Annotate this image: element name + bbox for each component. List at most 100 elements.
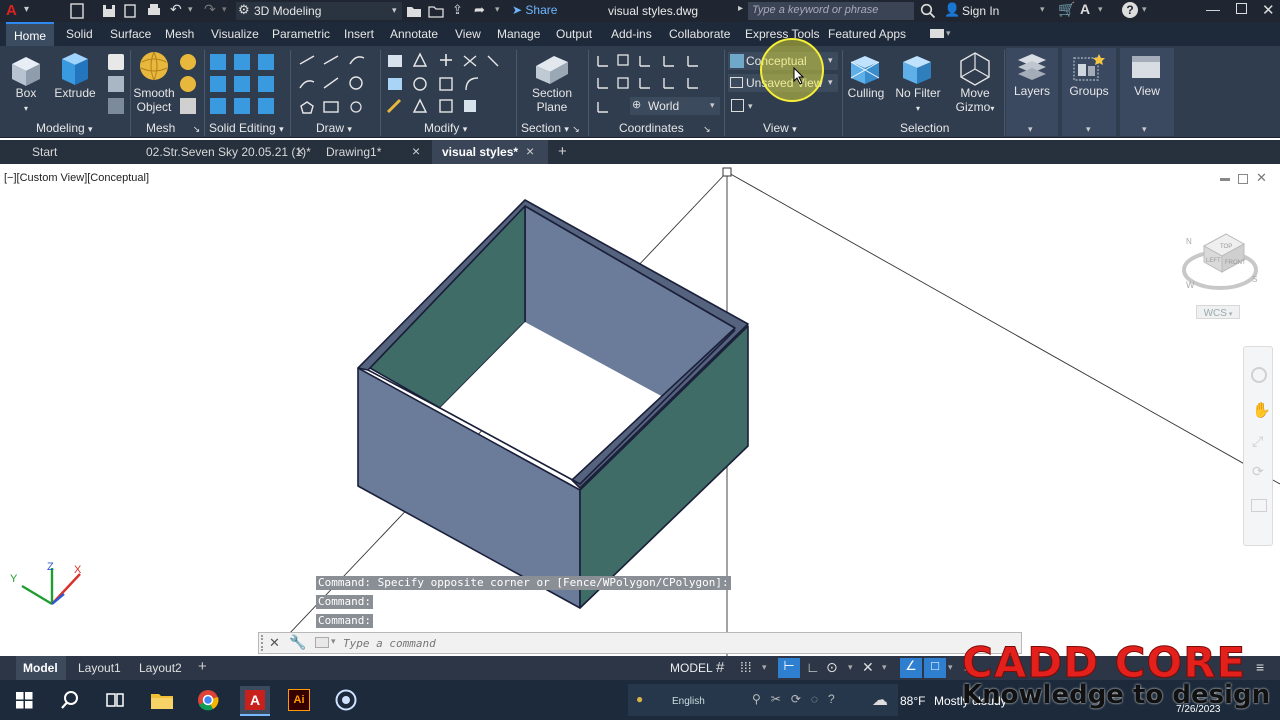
viewcube[interactable]: TOP LEFT FRONT N W S — [1178, 222, 1264, 296]
cmdline-grip-icon[interactable] — [261, 635, 266, 651]
autocad-logo[interactable]: A — [6, 2, 22, 20]
new-icon[interactable] — [70, 3, 84, 19]
file-explorer-icon[interactable] — [150, 690, 174, 710]
shell-icon[interactable] — [210, 98, 226, 114]
user-icon[interactable]: 👤 — [944, 2, 960, 18]
panel-modify-label[interactable]: Modify ▾ — [424, 121, 467, 135]
doc-tab-seven-sky[interactable]: 02.Str.Seven Sky 20.05.21 (1)* — [146, 145, 311, 159]
doc-tab-start[interactable]: Start — [32, 145, 57, 159]
search-icon[interactable] — [920, 3, 936, 19]
no-filter-button[interactable]: No Filter ▾ — [892, 86, 944, 116]
object-snap-icon[interactable]: □ — [924, 658, 946, 678]
print-icon[interactable] — [146, 3, 162, 19]
layers-button[interactable]: Layers — [1008, 84, 1056, 98]
compass-s[interactable]: S — [1252, 275, 1257, 284]
close-icon[interactable]: ✕ — [1262, 1, 1275, 19]
snap-icon[interactable]: ⁞⁞⁞ — [740, 659, 752, 675]
tab-collaborate[interactable]: Collaborate — [669, 27, 730, 41]
section-plane-button[interactable]: Section Plane — [524, 86, 580, 114]
open-web-icon[interactable] — [428, 4, 444, 18]
panel-modeling-label[interactable]: Modeling ▾ — [36, 121, 93, 135]
modify-tools-icons[interactable] — [386, 52, 510, 116]
subtract-icon[interactable] — [234, 54, 250, 70]
save-as-icon[interactable] — [124, 3, 138, 19]
illustrator-icon[interactable]: Ai — [288, 689, 310, 711]
tab-add-ins[interactable]: Add-ins — [611, 27, 652, 41]
panel-section-label[interactable]: Section ▾ ↘ — [521, 121, 580, 135]
wcs-menu[interactable]: WCS ▾ — [1196, 305, 1240, 319]
tray-app-icon[interactable]: ● — [636, 692, 643, 706]
tab-visualize[interactable]: Visualize — [211, 27, 259, 41]
mesh-crease-icon[interactable] — [180, 98, 196, 114]
snap-dropdown-icon[interactable]: ▾ — [762, 662, 767, 673]
grip-point[interactable] — [722, 167, 732, 177]
fillet-edge-icon[interactable] — [210, 76, 226, 92]
extract-edges-icon[interactable] — [234, 76, 250, 92]
help-dropdown-icon[interactable]: ▾ — [1142, 4, 1147, 15]
undo-dropdown-icon[interactable]: ▾ — [188, 4, 193, 15]
sign-in-dropdown-icon[interactable]: ▾ — [1040, 4, 1045, 15]
dynamic-input-icon[interactable]: ⊢ — [778, 658, 800, 678]
compass-w[interactable]: W — [1186, 280, 1195, 290]
workspace-switcher[interactable]: ⚙ 3D Modeling ▾ — [236, 2, 402, 20]
tab-mesh[interactable]: Mesh — [165, 27, 194, 41]
intersect-icon[interactable] — [258, 54, 274, 70]
share-arrow-icon[interactable]: ⇪ — [452, 2, 463, 18]
layout-tab-layout2[interactable]: Layout2 — [139, 661, 182, 675]
task-view-icon[interactable] — [105, 691, 125, 709]
app-menu-arrow-icon[interactable]: ▾ — [24, 4, 29, 15]
sign-in-button[interactable]: Sign In — [962, 4, 999, 18]
tray-icons[interactable]: ⚲✂⟳◌? — [752, 692, 845, 706]
chrome-icon[interactable] — [197, 689, 219, 711]
weather-temperature[interactable]: 88°F — [900, 694, 925, 708]
ribbon-minimize-icon[interactable] — [930, 29, 944, 38]
zoom-extents-icon[interactable]: ⤢ — [1252, 433, 1263, 450]
separate-icon[interactable] — [258, 76, 274, 92]
help-icon[interactable]: ? — [1122, 2, 1138, 18]
autodesk-dropdown-icon[interactable]: ▾ — [1098, 4, 1103, 15]
groups-button[interactable]: Groups — [1064, 84, 1114, 98]
box-button[interactable]: Box ▾ — [6, 86, 46, 116]
tab-insert[interactable]: Insert — [344, 27, 374, 41]
isodraft-dropdown-icon[interactable]: ▾ — [882, 662, 887, 673]
layout-tab-layout1[interactable]: Layout1 — [78, 661, 121, 675]
draw-tools-icons[interactable] — [298, 52, 380, 116]
solid-subtract-icon[interactable] — [108, 98, 124, 114]
search-chevron-icon[interactable]: ▸ — [738, 3, 743, 14]
view-button[interactable]: View — [1122, 84, 1172, 98]
tab-featured-apps[interactable]: Featured Apps — [828, 27, 906, 41]
model-space-toggle[interactable]: MODEL — [670, 661, 713, 675]
cmdline-customize-icon[interactable]: 🔧 — [289, 634, 306, 651]
panel-mesh-label[interactable]: Mesh ↘ — [146, 121, 200, 135]
view-dropdown-icon[interactable]: ▾ — [1142, 124, 1147, 135]
tab-home[interactable]: Home — [6, 22, 55, 46]
pan-icon[interactable]: ✋ — [1252, 401, 1271, 419]
solid-union-icon[interactable] — [108, 76, 124, 92]
steering-wheel-icon[interactable] — [1251, 367, 1267, 383]
object-snap-dropdown-icon[interactable]: ▾ — [948, 662, 953, 673]
tab-output[interactable]: Output — [556, 27, 592, 41]
folder-icon[interactable] — [406, 4, 422, 18]
union-icon[interactable] — [210, 54, 226, 70]
cart-icon[interactable]: 🛒 — [1058, 1, 1075, 18]
drawing-canvas[interactable]: [−][Custom View][Conceptual] ✕ TOP LEFT … — [0, 164, 1280, 656]
panel-draw-label[interactable]: Draw ▾ — [316, 121, 352, 135]
save-icon[interactable] — [102, 3, 116, 19]
open-box-solid[interactable] — [357, 199, 749, 609]
tab-manage[interactable]: Manage — [497, 27, 540, 41]
orbit-icon[interactable]: ⟳ — [1252, 463, 1264, 480]
autodesk-a-icon[interactable]: A — [1080, 1, 1090, 17]
viewports-dropdown-icon[interactable]: ▾ — [748, 101, 753, 112]
polar-icon[interactable]: ⊙ — [826, 659, 838, 676]
status-customize-icon[interactable]: ≡ — [1256, 659, 1264, 675]
tab-surface[interactable]: Surface — [110, 27, 151, 41]
slice-icon[interactable] — [258, 98, 274, 114]
tab-annotate[interactable]: Annotate — [390, 27, 438, 41]
redo-dropdown-icon[interactable]: ▾ — [222, 4, 227, 15]
ucs-dropdown[interactable]: ⊕ World ▾ — [630, 97, 720, 115]
command-input[interactable] — [343, 635, 1013, 651]
share-button[interactable]: ➤ Share — [512, 3, 557, 17]
close-tab-icon[interactable]: × — [412, 143, 420, 159]
mesh-refine-icon[interactable] — [180, 76, 196, 92]
new-tab-icon[interactable]: + — [558, 143, 567, 160]
